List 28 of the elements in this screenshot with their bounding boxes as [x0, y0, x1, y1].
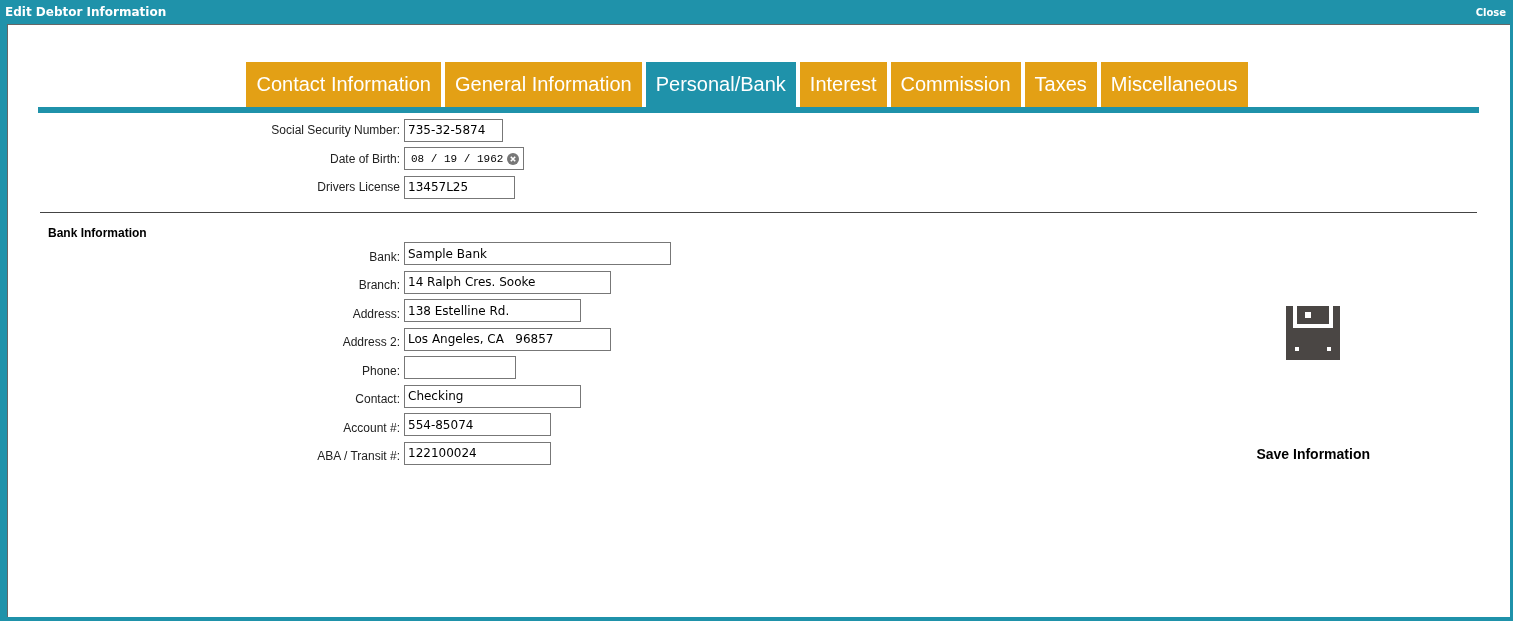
input-field[interactable]: Los Angeles, CA 96857	[404, 327, 611, 351]
field-label: Address 2:	[341, 334, 401, 350]
input-field[interactable]: 13457L25	[404, 175, 515, 199]
field-label: Contact:	[354, 391, 401, 407]
input-field[interactable]: 735-32-5874	[404, 118, 503, 142]
input-field[interactable]: 122100024	[404, 441, 551, 465]
field-label: Bank:	[368, 248, 401, 264]
clear-icon[interactable]	[507, 152, 520, 165]
input-field[interactable]: 138 Estelline Rd.	[404, 299, 581, 323]
input-field[interactable]: Sample Bank	[404, 242, 671, 266]
field-label: Date of Birth:	[328, 151, 401, 166]
close-link[interactable]: Close	[1475, 6, 1506, 18]
field-label: Branch:	[357, 277, 401, 293]
input-field[interactable]: Checking	[404, 384, 581, 408]
save-button[interactable]: Save Information	[1256, 445, 1370, 462]
input-field[interactable]: 554-85074	[404, 413, 551, 437]
field-label: Account #:	[342, 419, 401, 435]
field-label: Drivers License	[316, 180, 401, 195]
tab[interactable]: Personal/Bank	[645, 62, 796, 107]
field-label: Address:	[351, 305, 401, 321]
date-field[interactable]: 08 / 19 / 1962	[404, 147, 524, 171]
window-title: Edit Debtor Information	[5, 5, 167, 19]
input-field[interactable]: 14 Ralph Cres. Sooke	[404, 270, 611, 294]
field-label: Phone:	[360, 362, 401, 378]
field-label: Social Security Number:	[270, 123, 401, 138]
field-label: ABA / Transit #:	[316, 448, 401, 464]
section-heading: Bank Information	[48, 225, 148, 240]
input-field[interactable]	[404, 356, 516, 380]
